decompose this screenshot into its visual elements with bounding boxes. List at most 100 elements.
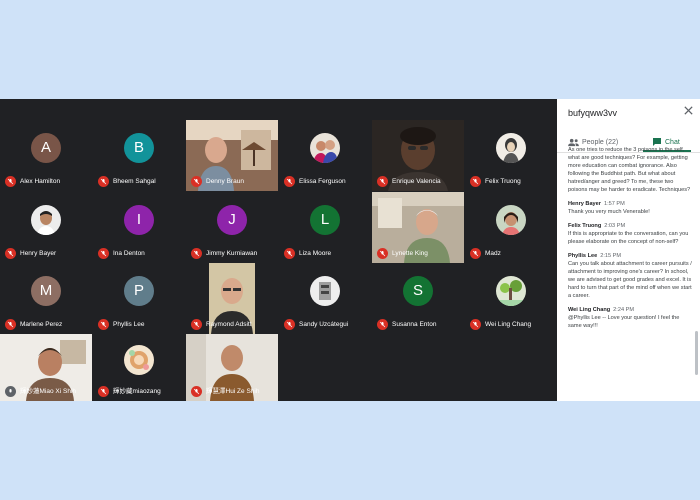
- chat-messages: As one tries to reduce the 3 poisons in …: [568, 146, 692, 400]
- participant-name: Wei Ling Chang: [485, 321, 532, 328]
- mic-off-icon: [377, 176, 388, 187]
- message-time: 2:24 PM: [613, 307, 635, 313]
- chat-message: Henry Bayer 1:57 PM Thank you very much V…: [568, 200, 692, 216]
- participant-video-tile[interactable]: Denny Braun: [186, 120, 278, 191]
- participant-tile[interactable]: A Alex Hamilton: [0, 120, 92, 191]
- message-text: @Phyllis Lee -- Love your question! I fe…: [568, 315, 680, 329]
- avatar: B: [124, 133, 154, 163]
- participant-tile[interactable]: Wei Ling Chang: [465, 263, 557, 334]
- participant-name: Enrique Valencia: [392, 178, 441, 185]
- message-sender: Felix Truong: [568, 223, 602, 229]
- mic-off-icon: [284, 248, 295, 259]
- participant-tile[interactable]: Madz: [465, 192, 557, 263]
- mic-off-icon: [191, 176, 202, 187]
- mic-off-icon: [191, 319, 202, 330]
- message-sender: Wei Ling Chang: [568, 307, 611, 313]
- message-text: Can you talk about attachment to career …: [568, 261, 692, 299]
- close-icon[interactable]: [683, 105, 694, 116]
- participant-name: Bheem Sahgal: [113, 178, 156, 185]
- participant-video-tile[interactable]: Enrique Valencia: [372, 120, 464, 191]
- message-text: If this is appropriate to the conversati…: [568, 231, 689, 245]
- avatar: A: [31, 133, 61, 163]
- participant-name: Lynette King: [392, 250, 428, 257]
- participant-tile[interactable]: S Susanna Enton: [372, 263, 464, 334]
- avatar: P: [124, 276, 154, 306]
- participant-tile[interactable]: Sandy Uzcátegui: [279, 263, 371, 334]
- avatar: I: [124, 205, 154, 235]
- mic-off-icon: [5, 176, 16, 187]
- participant-tile[interactable]: L Liza Moore: [279, 192, 371, 263]
- participant-tile[interactable]: P Phyllis Lee: [93, 263, 185, 334]
- participant-tile[interactable]: B Bheem Sahgal: [93, 120, 185, 191]
- mic-off-icon: [470, 176, 481, 187]
- mic-off-icon: [98, 319, 109, 330]
- participant-tile[interactable]: Henry Bayer: [0, 192, 92, 263]
- avatar-photo: [496, 205, 526, 235]
- participant-tile[interactable]: Elissa Ferguson: [279, 120, 371, 191]
- participant-name: Felix Truong: [485, 178, 521, 185]
- avatar-photo: [31, 205, 61, 235]
- participant-name: Marlene Perez: [20, 321, 63, 328]
- participant-name: Madz: [485, 250, 501, 257]
- mic-off-icon: [284, 176, 295, 187]
- participant-name: Phyllis Lee: [113, 321, 145, 328]
- participant-video-tile[interactable]: Raymond Adsitt: [186, 263, 278, 334]
- mic-off-icon: [98, 386, 109, 397]
- participant-tile[interactable]: 輝妙藏miaozang: [93, 334, 185, 401]
- participant-name: Liza Moore: [299, 250, 332, 257]
- message-time: 2:15 PM: [600, 253, 622, 259]
- participant-video-tile[interactable]: Lynette King: [372, 192, 464, 263]
- avatar-photo: [310, 133, 340, 163]
- tab-people-label: People (22): [582, 138, 619, 146]
- participant-name: 輝妙蓮Miao Xi Shih: [20, 388, 76, 395]
- participant-name: Raymond Adsitt: [206, 321, 252, 328]
- avatar-photo: [124, 345, 154, 375]
- mic-off-icon: [98, 248, 109, 259]
- avatar: M: [31, 276, 61, 306]
- mic-off-icon: [5, 248, 16, 259]
- participant-tile[interactable]: J Jimmy Kurniawan: [186, 192, 278, 263]
- participant-tile[interactable]: M Marlene Perez: [0, 263, 92, 334]
- participant-video-tile[interactable]: 輝妙蓮Miao Xi Shih: [0, 334, 92, 401]
- avatar-photo: [496, 276, 526, 306]
- mic-off-icon: [191, 386, 202, 397]
- message-time: 2:03 PM: [604, 223, 626, 229]
- participant-video-tile[interactable]: 輝慧澤Hui Ze Shih: [186, 334, 278, 401]
- chat-message: Felix Truong 2:03 PM If this is appropria…: [568, 222, 692, 246]
- mic-off-icon: [470, 319, 481, 330]
- participant-name: Henry Bayer: [20, 250, 57, 257]
- mic-off-icon: [98, 176, 109, 187]
- avatar-photo: [310, 276, 340, 306]
- mic-off-icon: [377, 319, 388, 330]
- participant-name: Jimmy Kurniawan: [206, 250, 258, 257]
- avatar: J: [217, 205, 247, 235]
- participant-name: Elissa Ferguson: [299, 178, 346, 185]
- mic-off-icon: [377, 248, 388, 259]
- participant-name: Sandy Uzcátegui: [299, 321, 349, 328]
- participant-name: 輝妙藏miaozang: [113, 388, 161, 395]
- mic-off-icon: [470, 248, 481, 259]
- message-text: Thank you very much Venerable!: [568, 209, 650, 215]
- avatar: S: [403, 276, 433, 306]
- mic-on-icon: [5, 386, 16, 397]
- participant-tile[interactable]: I Ina Denton: [93, 192, 185, 263]
- mic-off-icon: [5, 319, 16, 330]
- mic-off-icon: [191, 248, 202, 259]
- message-text: As one tries to reduce the 3 poisons in …: [568, 147, 691, 193]
- participant-name: Denny Braun: [206, 178, 244, 185]
- message-sender: Phyllis Lee: [568, 253, 598, 259]
- participant-name: 輝慧澤Hui Ze Shih: [206, 388, 260, 395]
- participant-name: Susanna Enton: [392, 321, 437, 328]
- scrollbar[interactable]: [695, 331, 698, 375]
- chat-message: As one tries to reduce the 3 poisons in …: [568, 146, 692, 194]
- participant-name: Ina Denton: [113, 250, 145, 257]
- mic-off-icon: [284, 319, 295, 330]
- meeting-window: A Alex Hamilton B Bheem Sahgal Denny Bra…: [0, 99, 700, 401]
- participant-name: Alex Hamilton: [20, 178, 61, 185]
- avatar-photo: [496, 133, 526, 163]
- message-sender: Henry Bayer: [568, 201, 601, 207]
- side-panel: bufyqww3vv People (22) Chat As one tries…: [557, 99, 700, 401]
- participant-grid: A Alex Hamilton B Bheem Sahgal Denny Bra…: [0, 99, 557, 401]
- participant-tile[interactable]: Felix Truong: [465, 120, 557, 191]
- message-time: 1:57 PM: [603, 201, 625, 207]
